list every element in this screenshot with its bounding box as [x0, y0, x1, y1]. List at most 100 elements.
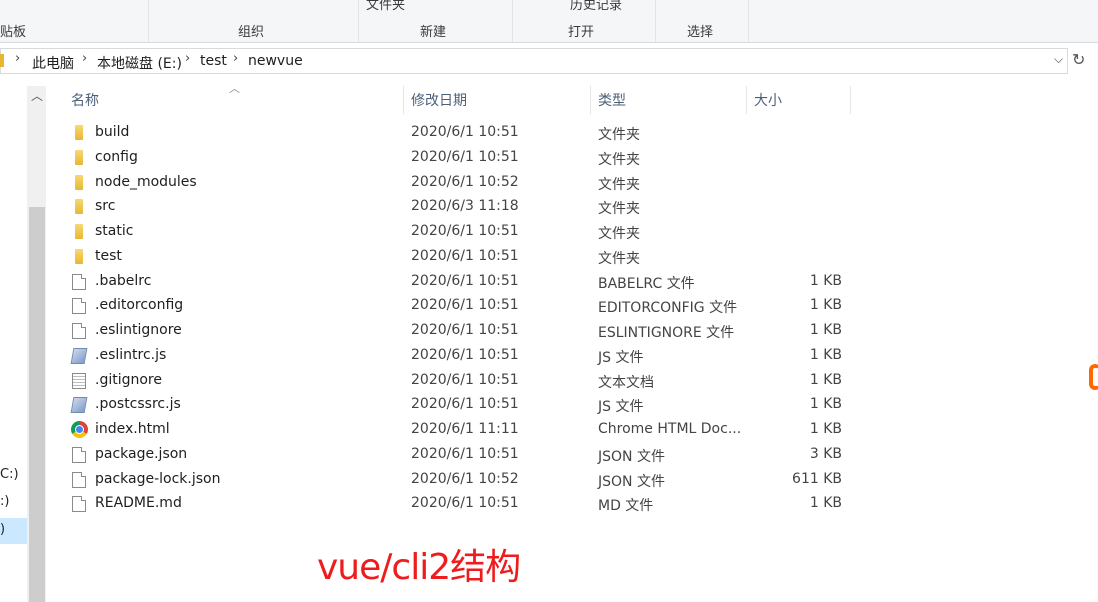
- breadcrumb-newvue[interactable]: newvue: [248, 53, 303, 69]
- file-row[interactable]: .postcssrc.js 2020/6/1 10:51 JS 文件 1 KB: [66, 393, 856, 417]
- file-name[interactable]: index.html: [95, 421, 170, 437]
- folder-icon: [75, 149, 83, 165]
- sort-ascending-icon: ︿: [229, 82, 240, 95]
- file-name[interactable]: .eslintignore: [95, 322, 182, 338]
- file-date: 2020/6/3 11:18: [411, 198, 519, 215]
- file-row[interactable]: .eslintignore 2020/6/1 10:51 ESLINTIGNORE …: [66, 319, 856, 343]
- file-row[interactable]: .eslintrc.js 2020/6/1 10:51 JS 文件 1 KB: [66, 344, 856, 368]
- breadcrumb-this-pc[interactable]: 此电脑: [32, 53, 74, 73]
- chevron-right-icon[interactable]: ›: [185, 51, 190, 66]
- file-name[interactable]: .editorconfig: [95, 297, 183, 313]
- file-date: 2020/6/1 10:51: [411, 272, 519, 289]
- chevron-right-icon: ›: [15, 51, 21, 66]
- file-icon: [72, 273, 86, 290]
- file-row[interactable]: .gitignore 2020/6/1 10:51 文本文档 1 KB: [66, 369, 856, 393]
- file-type: BABELRC 文件: [598, 275, 695, 292]
- file-icon: [72, 323, 86, 339]
- file-icon: [72, 471, 86, 488]
- file-row[interactable]: package.json 2020/6/1 10:51 JSON 文件 3 KB: [66, 443, 856, 467]
- file-name[interactable]: node_modules: [95, 174, 197, 190]
- file-row[interactable]: node_modules 2020/6/1 10:52 文件夹: [66, 171, 856, 195]
- file-name[interactable]: src: [95, 198, 115, 214]
- scroll-up-icon[interactable]: ︿: [31, 87, 43, 104]
- file-name[interactable]: config: [95, 149, 138, 165]
- file-date: 2020/6/1 10:52: [411, 173, 519, 190]
- file-name[interactable]: .gitignore: [95, 372, 162, 388]
- file-name[interactable]: README.md: [95, 495, 182, 511]
- new-folder-button-label[interactable]: 文件夹: [366, 0, 405, 13]
- file-date: 2020/6/1 10:51: [411, 445, 519, 462]
- column-divider[interactable]: [403, 86, 404, 114]
- file-row[interactable]: package-lock.json 2020/6/1 10:52 JSON 文件 61…: [66, 468, 856, 492]
- text-file-icon: [72, 372, 86, 389]
- breadcrumb-test[interactable]: test: [200, 53, 227, 69]
- file-type: 文件夹: [598, 151, 640, 168]
- file-name[interactable]: test: [95, 248, 122, 264]
- file-size: 1 KB: [809, 322, 842, 338]
- file-name[interactable]: .postcssrc.js: [95, 396, 181, 412]
- file-type: 文件夹: [598, 176, 640, 193]
- file-date: 2020/6/1 10:51: [411, 148, 519, 165]
- nav-item-drive-d[interactable]: :): [0, 494, 9, 509]
- ribbon-separator: [148, 0, 149, 42]
- column-header-name[interactable]: 名称: [71, 90, 99, 110]
- nav-item-drive-e[interactable]: ): [0, 522, 5, 537]
- ribbon-separator: [655, 0, 656, 42]
- breadcrumb-local-disk-e[interactable]: 本地磁盘 (E:): [97, 53, 182, 73]
- file-row[interactable]: index.html 2020/6/1 11:11 Chrome HTML Doc.…: [66, 418, 856, 442]
- file-date: 2020/6/1 10:51: [411, 322, 519, 338]
- file-date: 2020/6/1 10:51: [411, 247, 519, 264]
- file-size: 1 KB: [809, 421, 842, 437]
- file-size: 1 KB: [809, 371, 842, 388]
- column-header-date[interactable]: 修改日期: [411, 90, 467, 110]
- ribbon-separator: [748, 0, 749, 42]
- edge-overlay-mark: [1089, 364, 1098, 390]
- file-type: JSON 文件: [598, 448, 665, 465]
- file-type: EDITORCONFIG 文件: [598, 300, 738, 317]
- folder-icon: [75, 248, 83, 264]
- file-row[interactable]: config 2020/6/1 10:51 文件夹: [66, 146, 856, 170]
- file-row[interactable]: src 2020/6/3 11:18 文件夹: [66, 195, 856, 219]
- file-row[interactable]: build 2020/6/1 10:51 文件夹: [66, 121, 856, 145]
- file-icon: [72, 298, 86, 315]
- file-name[interactable]: .babelrc: [95, 273, 151, 289]
- file-date: 2020/6/1 11:11: [411, 421, 519, 437]
- file-date: 2020/6/1 10:51: [411, 297, 519, 314]
- chevron-down-icon[interactable]: ⌵: [1054, 52, 1063, 67]
- file-row[interactable]: README.md 2020/6/1 10:51 MD 文件 1 KB: [66, 492, 856, 516]
- file-type: 文件夹: [598, 201, 640, 218]
- file-type: MD 文件: [598, 498, 654, 515]
- file-row[interactable]: test 2020/6/1 10:51 文件夹: [66, 245, 856, 269]
- file-row[interactable]: .editorconfig 2020/6/1 10:51 EDITORCONFIG …: [66, 294, 856, 318]
- nav-item-drive-c[interactable]: C:): [0, 467, 19, 482]
- history-button-label[interactable]: 历史记录: [570, 0, 622, 13]
- column-header-type[interactable]: 类型: [598, 90, 626, 110]
- column-divider[interactable]: [590, 86, 591, 114]
- file-name[interactable]: build: [95, 124, 129, 140]
- column-divider[interactable]: [746, 86, 747, 114]
- column-divider[interactable]: [850, 86, 851, 114]
- file-name[interactable]: static: [95, 223, 133, 239]
- ribbon-group-open: 打开: [568, 25, 595, 40]
- chevron-right-icon[interactable]: ›: [233, 51, 238, 66]
- file-date: 2020/6/1 10:51: [411, 495, 519, 512]
- ribbon-group-clipboard: 贴板: [0, 25, 27, 40]
- column-header-size[interactable]: 大小: [754, 90, 782, 110]
- chevron-right-icon[interactable]: ›: [82, 51, 87, 66]
- refresh-icon[interactable]: ↻: [1072, 50, 1085, 69]
- file-name[interactable]: .eslintrc.js: [95, 347, 166, 363]
- file-date: 2020/6/1 10:51: [411, 223, 519, 239]
- file-name[interactable]: package-lock.json: [95, 471, 221, 487]
- file-size: 611 KB: [792, 470, 842, 487]
- file-name[interactable]: package.json: [95, 446, 187, 462]
- file-type: 文件夹: [598, 250, 640, 267]
- file-date: 2020/6/1 10:52: [411, 470, 519, 487]
- folder-icon: [0, 54, 4, 67]
- nav-scrollbar-thumb[interactable]: [29, 207, 45, 602]
- ribbon-separator: [512, 0, 513, 42]
- file-row[interactable]: .babelrc 2020/6/1 10:51 BABELRC 文件 1 KB: [66, 270, 856, 294]
- file-row[interactable]: static 2020/6/1 10:51 文件夹: [66, 220, 856, 244]
- ribbon-group-new: 新建: [420, 25, 447, 40]
- folder-icon: [75, 224, 83, 239]
- address-bar[interactable]: › 此电脑 › 本地磁盘 (E:) › test › newvue: [0, 48, 1068, 74]
